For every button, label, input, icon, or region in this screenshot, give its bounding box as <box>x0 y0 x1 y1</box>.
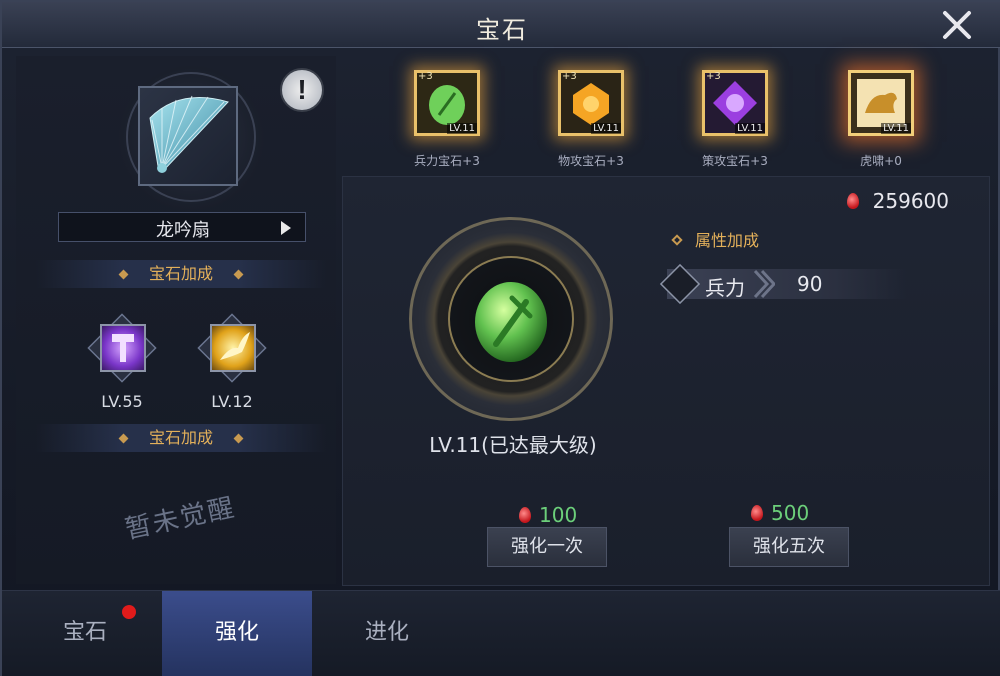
notification-badge <box>122 605 136 619</box>
gem-slot-label: 兵力宝石+3 <box>414 154 480 168</box>
attribute-bonus-title: 属性加成 <box>671 227 759 251</box>
gem-slot-label: 策攻宝石+3 <box>702 154 768 168</box>
gem-slot-physical-attack[interactable]: +3 LV.11 <box>558 70 624 136</box>
currency-amount: 259600 <box>872 189 949 213</box>
cost-once: 100 <box>519 503 577 527</box>
gem-slot-tiger-roar[interactable]: LV.11 <box>848 70 914 136</box>
red-gem-icon <box>519 507 531 523</box>
bottom-tabs: 宝石 强化 进化 <box>2 590 1000 676</box>
gem-display-inner <box>448 256 574 382</box>
gem-slot-strategy-attack[interactable]: +3 LV.11 <box>702 70 768 136</box>
green-gem-icon <box>475 282 547 362</box>
gem-slot-label: 虎啸+0 <box>860 154 902 168</box>
tab-gem[interactable]: 宝石 <box>10 591 160 676</box>
golden-dragon-icon <box>210 324 256 372</box>
attribute-name: 兵力 <box>705 276 745 300</box>
red-gem-icon <box>846 193 859 209</box>
weapon-portrait[interactable] <box>138 86 238 186</box>
chevron-right-icon <box>753 269 775 299</box>
currency-display: 259600 <box>846 189 949 213</box>
tab-evolve[interactable]: 进化 <box>312 591 462 676</box>
skill-slot-1[interactable] <box>87 313 157 383</box>
red-gem-icon <box>751 505 763 521</box>
skill-level-1: LV.55 <box>101 392 143 411</box>
skill-level-2: LV.12 <box>211 392 253 411</box>
attribute-value: 90 <box>797 272 823 296</box>
tab-enhance[interactable]: 强化 <box>162 591 312 676</box>
gem-display-ring <box>409 217 613 421</box>
not-awakened-text: 暂未觉醒 <box>122 492 239 546</box>
crossed-swords-icon <box>659 263 701 305</box>
upgrade-panel: 259600 属性加成 兵力 90 LV.11(已达最大级) 100 强化一次 … <box>342 176 990 586</box>
fan-icon <box>149 95 229 173</box>
arrow-right-icon <box>281 221 291 235</box>
title-bar: 宝石 <box>2 2 1000 48</box>
gem-slot-troops[interactable]: +3 LV.11 <box>414 70 480 136</box>
gem-window: 宝石 ! 龙吟扇 宝石加成 LV.55 LV.12 宝石加成 暂未觉醒 +3 L… <box>0 0 1000 676</box>
gem-bonus-label-2: 宝石加成 <box>36 424 326 452</box>
info-alert-icon[interactable]: ! <box>280 68 324 112</box>
left-panel: ! 龙吟扇 宝石加成 LV.55 LV.12 宝石加成 暂未觉醒 <box>16 56 336 584</box>
cost-five: 500 <box>751 501 809 525</box>
window-title: 宝石 <box>476 16 528 44</box>
upgrade-once-button[interactable]: 强化一次 <box>487 527 607 567</box>
gem-bonus-label: 宝石加成 <box>36 260 326 288</box>
weapon-name: 龙吟扇 <box>156 220 210 241</box>
close-icon[interactable] <box>940 8 974 42</box>
purple-hammer-icon <box>100 324 146 372</box>
gem-level-text: LV.11(已达最大级) <box>429 433 597 457</box>
gem-slots: +3 LV.11 兵力宝石+3 +3 LV.11 物攻宝石+3 +3 LV.11… <box>352 56 988 174</box>
gem-slot-label: 物攻宝石+3 <box>558 154 624 168</box>
attribute-row-troops: 兵力 90 <box>659 263 907 305</box>
weapon-name-selector[interactable]: 龙吟扇 <box>58 212 306 242</box>
skill-slot-2[interactable] <box>197 313 267 383</box>
upgrade-five-button[interactable]: 强化五次 <box>729 527 849 567</box>
